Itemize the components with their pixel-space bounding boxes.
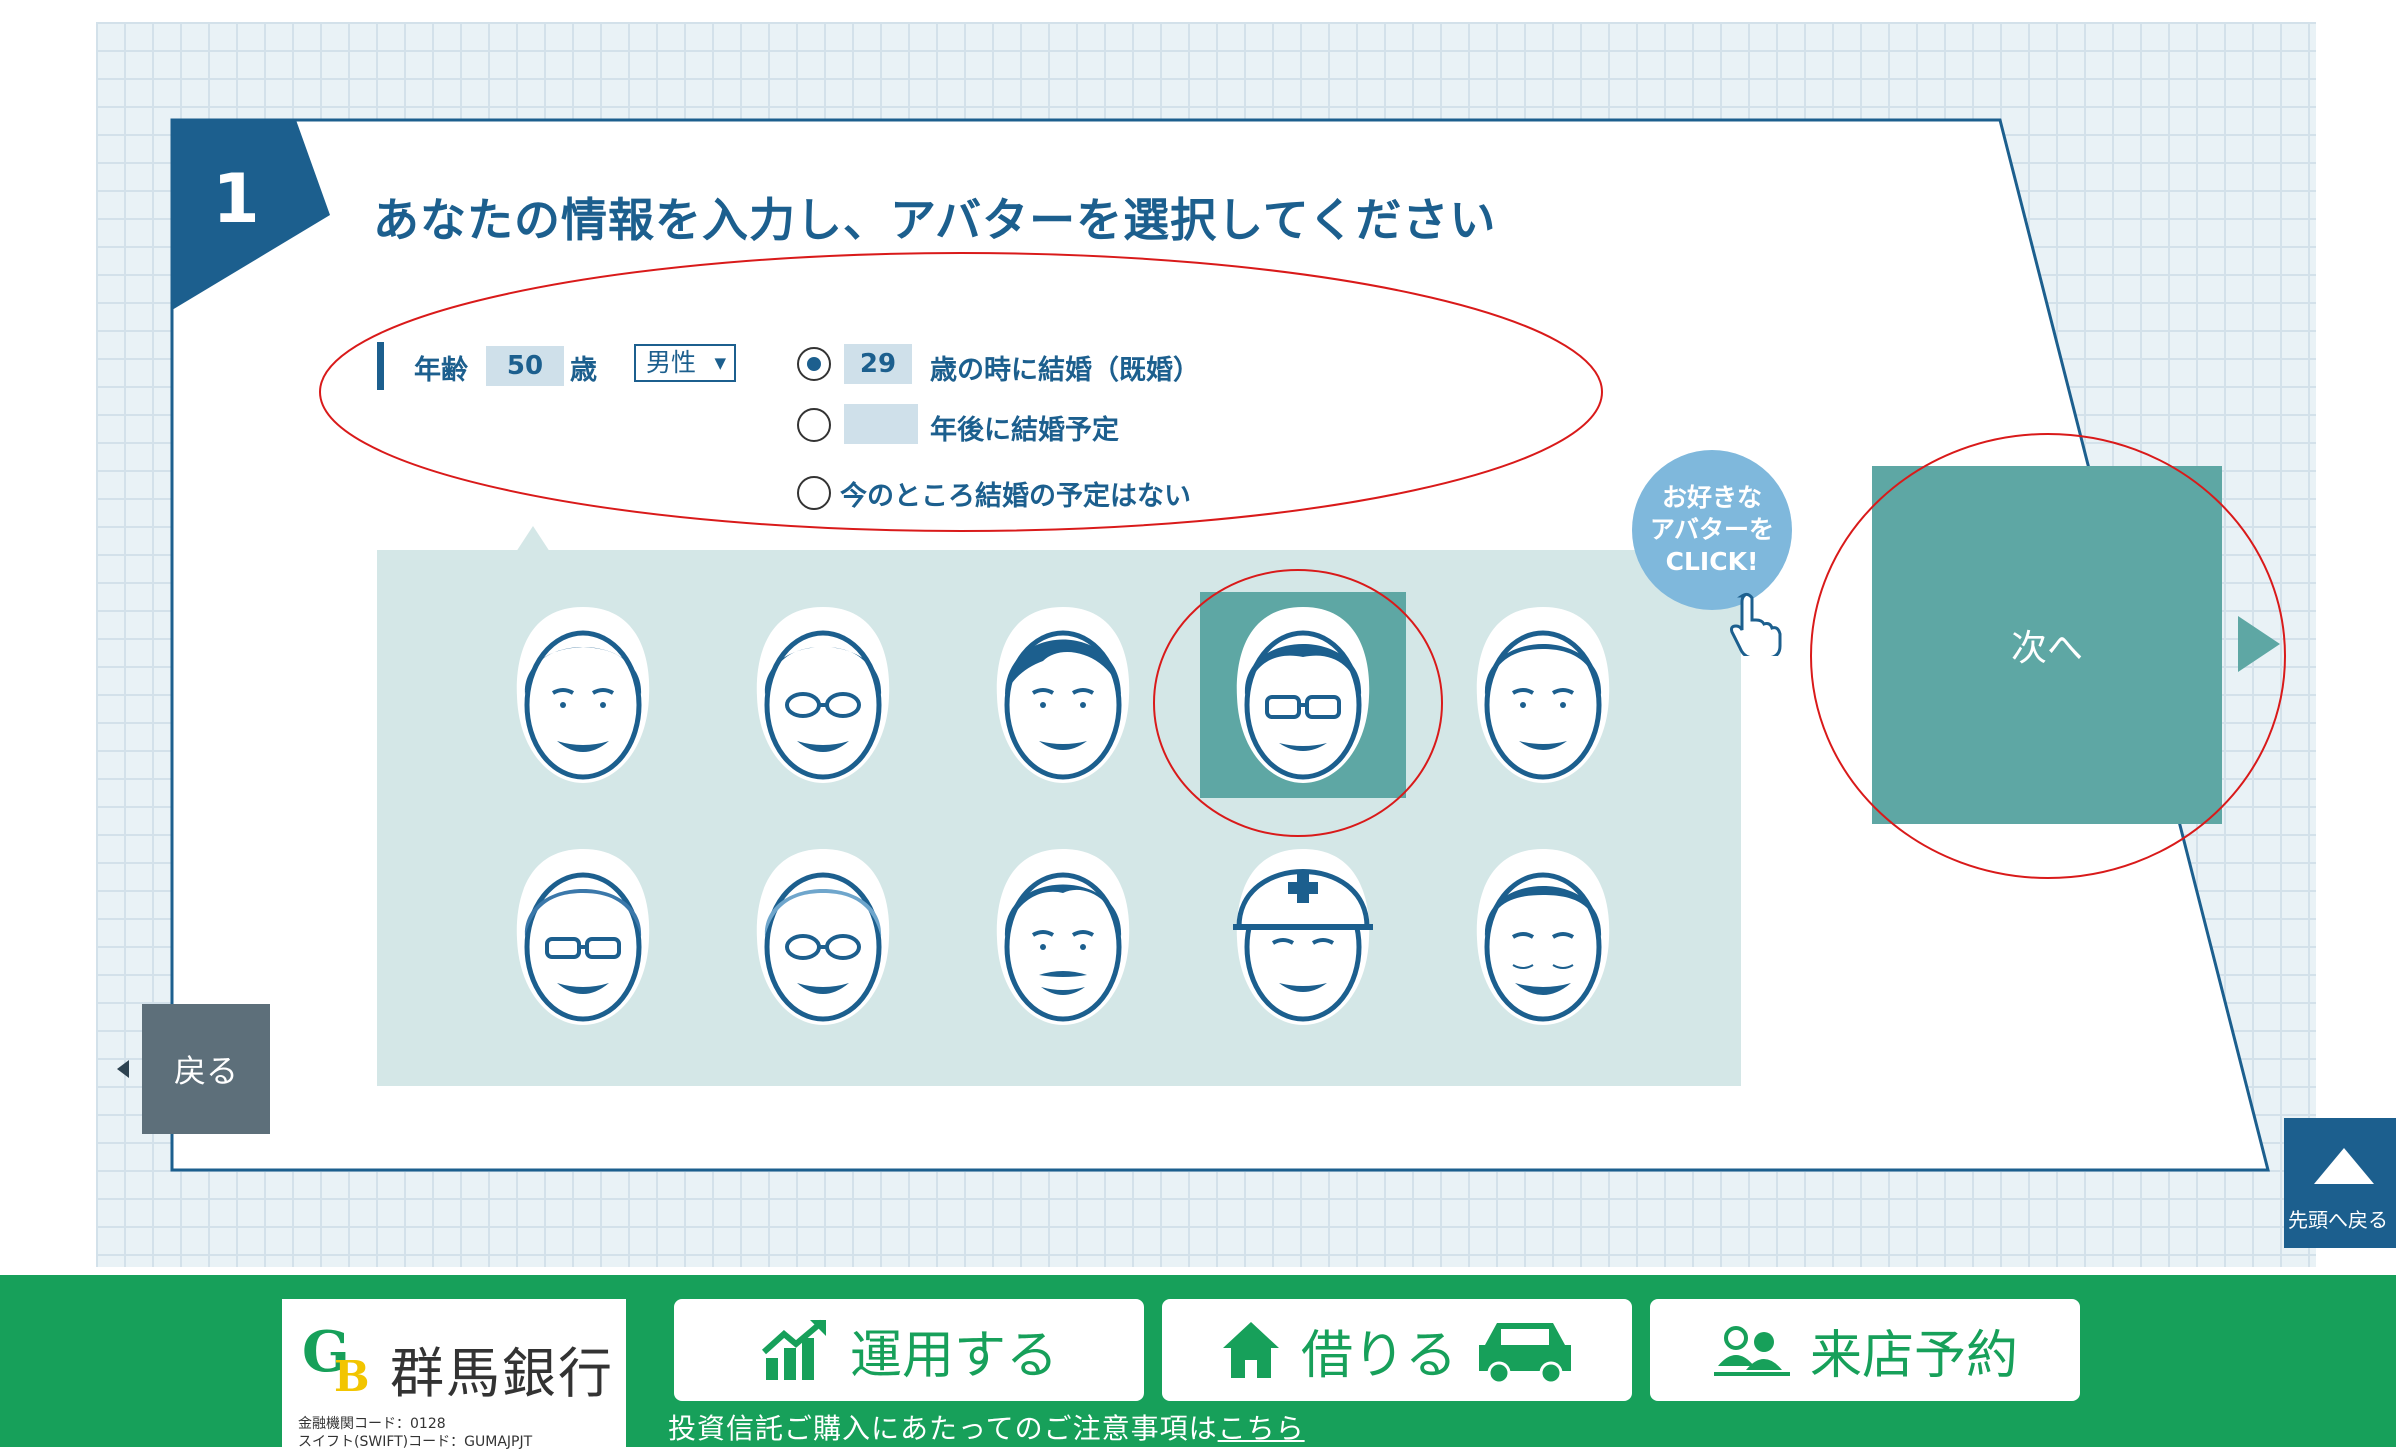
pointing-hand-icon [1730,592,1782,656]
footer: G B 群馬銀行 金融機関コード：0128 スイフト(SWIFT)コード：GUM… [0,1275,2396,1450]
form-accent-bar [377,342,384,390]
next-button[interactable]: 次へ [1872,466,2222,824]
married-age-input[interactable]: 29 [844,344,912,384]
hint-line-3: CLICK! [1665,547,1759,576]
radio-no-plan[interactable] [797,476,831,510]
notice-link[interactable]: こちら [1218,1412,1305,1445]
bank-logo[interactable]: G B 群馬銀行 金融機関コード：0128 スイフト(SWIFT)コード：GUM… [282,1299,626,1450]
chevron-right-icon[interactable] [2238,616,2280,672]
face-glasses-icon [516,849,650,1025]
arrow-up-icon [2314,1148,2374,1184]
avatar-option-7[interactable] [720,834,926,1040]
back-label: 戻る [173,1052,238,1090]
hint-line-2: アバターを [1649,515,1774,544]
bank-name: 群馬銀行 [390,1342,614,1405]
avatar-option-9[interactable] [1200,834,1406,1040]
face-icon [996,607,1130,783]
hint-line-1: お好きな [1661,483,1762,512]
face-mustache-icon [996,849,1130,1025]
gb-logo-icon: G B [302,1319,370,1397]
face-icon [1476,849,1610,1025]
next-label: 次へ [2010,628,2083,669]
house-icon [1222,1322,1279,1378]
nav-reservation-label: 来店予約 [1809,1325,2018,1386]
notice-text: 投資信託ご購入にあたってのご注意事項はこちら [668,1407,1305,1447]
gender-value: 男性 [646,348,697,377]
plan-marriage-label: 年後に結婚予定 [930,415,1119,446]
plan-years-input[interactable] [844,404,918,444]
car-icon [1479,1323,1571,1385]
face-glasses-icon [756,849,890,1025]
page-title: あなたの情報を入力し、アバターを選択してください [373,193,1497,247]
step-number: 1 [212,160,260,239]
no-plan-label: 今のところ結婚の予定はない [840,481,1191,512]
bank-codes: 金融機関コード：0128 スイフト(SWIFT)コード：GUMAJPJT [298,1415,532,1451]
scroll-top-label: 先頭へ戻る [2288,1208,2388,1232]
nav-invest-label: 運用する [849,1325,1058,1386]
radio-married[interactable] [797,347,831,381]
age-input[interactable]: 50 [486,346,564,386]
avatar-option-3[interactable] [960,592,1166,798]
avatar-option-6[interactable] [480,834,686,1040]
avatar-option-2[interactable] [720,592,926,798]
nav-reservation-button[interactable]: 来店予約 [1650,1299,2080,1401]
swift-code: スイフト(SWIFT)コード：GUMAJPJT [298,1434,533,1450]
nav-borrow-label: 借りる [1300,1325,1457,1386]
avatar-option-5[interactable] [1440,592,1646,798]
chart-up-icon [761,1319,826,1380]
face-glasses-icon [756,607,890,783]
face-glasses-icon [1236,607,1370,783]
people-icon [1713,1326,1790,1376]
chevron-down-icon: ▼ [714,354,726,372]
married-label: 歳の時に結婚（既婚） [930,355,1200,386]
avatar-option-8[interactable] [960,834,1166,1040]
notice-body: 投資信託ご購入にあたってのご注意事項は [668,1412,1218,1445]
radio-plan-marriage[interactable] [797,408,831,442]
gender-select[interactable]: 男性 ▼ [634,344,736,382]
face-helmet-icon [1233,849,1373,1025]
chevron-left-icon[interactable] [117,1060,129,1078]
avatar-click-hint: お好きな アバターを CLICK! [1632,450,1792,610]
age-unit: 歳 [570,355,597,386]
panel-pointer [516,526,550,552]
nav-invest-button[interactable]: 運用する [674,1299,1144,1401]
svg-text:B: B [334,1352,370,1397]
face-icon [516,607,650,783]
face-icon [1476,607,1610,783]
avatar-option-10[interactable] [1440,834,1646,1040]
scroll-to-top-button[interactable]: 先頭へ戻る [2284,1118,2396,1248]
bank-code: 金融機関コード：0128 [298,1416,446,1432]
back-button[interactable]: 戻る [142,1004,270,1134]
avatar-option-4[interactable] [1200,592,1406,798]
nav-borrow-button[interactable]: 借りる [1162,1299,1632,1401]
avatar-option-1[interactable] [480,592,686,798]
age-label: 年齢 [414,355,468,386]
